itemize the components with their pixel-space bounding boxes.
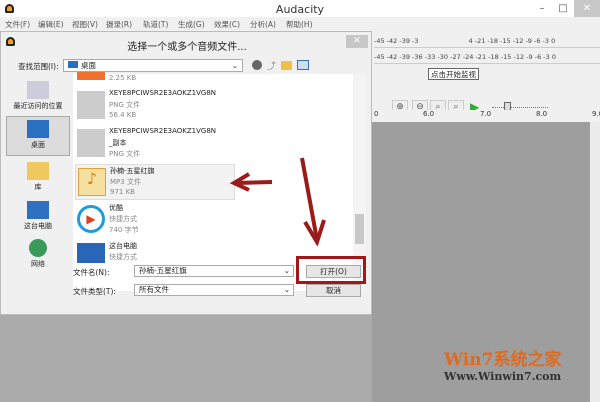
file-type: 快捷方式 [109, 253, 137, 261]
filetype-value: 所有文件 [139, 285, 169, 294]
ruler-tick: 6.0 [423, 110, 435, 118]
file-name: 孙楠-五星红旗 [110, 167, 155, 175]
ruler-tick: 9.0 [592, 110, 600, 118]
menu-generate[interactable]: 生成(G) [178, 19, 205, 30]
place-label: 最近访问的位置 [13, 102, 63, 110]
menu-effect[interactable]: 效果(C) [214, 19, 240, 30]
menu-tracks[interactable]: 轨道(T) [143, 19, 168, 30]
mp3-file-icon: ♪ [78, 168, 106, 196]
lookin-label: 查找范围(I): [18, 62, 59, 71]
menu-file[interactable]: 文件(F) [5, 19, 30, 30]
ruler-tick: 7.0 [480, 110, 492, 118]
file-type: 快捷方式 [109, 215, 137, 223]
file-size: 56.4 KB [109, 111, 137, 119]
place-label: 库 [34, 183, 42, 191]
ruler-tick: 0 [374, 110, 379, 118]
close-button[interactable]: ✕ [574, 0, 600, 17]
dialog-title: 选择一个或多个音频文件... [127, 42, 247, 53]
scroll-thumb[interactable] [355, 214, 364, 244]
desktop-icon [27, 120, 49, 138]
watermark-logo: Win7系统之家 Www.Winwin7.com [444, 345, 594, 395]
place-desktop[interactable]: 桌面 [6, 116, 70, 156]
open-file-dialog: 选择一个或多个音频文件... ✕ 查找范围(I): 桌面 ⌄ ⤴ 最近访问的位置 … [0, 31, 372, 315]
red-arrow-left [229, 172, 273, 192]
file-size: 740 字节 [109, 226, 139, 234]
file-thumbnail [77, 72, 105, 80]
minimize-button[interactable]: – [532, 0, 552, 17]
place-network[interactable]: 网络 [6, 236, 70, 276]
watermark-brand: Win7系统之家 [444, 350, 562, 370]
back-icon[interactable] [252, 60, 262, 70]
place-label: 这台电脑 [24, 222, 52, 230]
place-label: 网络 [31, 260, 45, 268]
recent-icon [27, 81, 49, 99]
red-arrow-down [300, 157, 326, 246]
filename-label: 文件名(N): [73, 268, 110, 277]
dialog-close-button[interactable]: ✕ [346, 35, 368, 48]
start-monitoring-button[interactable]: 点击开始监视 [428, 68, 479, 80]
file-item-selected[interactable]: ♪ 孙楠-五星红旗 MP3 文件 971 KB [75, 164, 235, 200]
view-menu-icon[interactable] [297, 60, 309, 70]
place-this-pc[interactable]: 这台电脑 [6, 198, 70, 238]
watermark-url: Www.Winwin7.com [444, 370, 562, 383]
png-thumbnail-icon [77, 129, 105, 157]
filetype-select[interactable]: 所有文件 ⌄ [134, 284, 294, 296]
file-item[interactable]: XEYE8PCIWSR2E3AOKZ1VG8N PNG 文件 56.4 KB [75, 88, 235, 124]
meter-scale: -45 -42 -39 -3 [374, 37, 419, 45]
file-item[interactable]: XEYE8PCIWSR2E3AOKZ1VG8N _副本 PNG 文件 [75, 126, 235, 162]
places-bar: 最近访问的位置 桌面 库 这台电脑 网络 [6, 74, 70, 304]
open-button[interactable]: 打开(O) [306, 265, 361, 278]
png-thumbnail-icon [77, 91, 105, 119]
menu-edit[interactable]: 编辑(E) [38, 19, 64, 30]
file-name-cont: _副本 [109, 139, 127, 147]
maximize-button[interactable]: □ [553, 0, 573, 17]
file-item[interactable]: ▶ 优酷快捷方式 740 字节 [75, 202, 235, 238]
place-library[interactable]: 库 [6, 159, 70, 199]
playback-meter[interactable]: -45 -42 -39 -36 -33 -30 -27 -24 -21 -18 … [374, 50, 600, 64]
menu-view[interactable]: 视图(V) [72, 19, 98, 30]
file-size: 2.25 KB [109, 74, 137, 82]
file-item[interactable]: 2.25 KB [75, 54, 235, 90]
place-label: 桌面 [31, 141, 45, 149]
place-recent[interactable]: 最近访问的位置 [6, 78, 70, 118]
filename-input[interactable]: 孙楠-五星红旗 ⌄ [134, 265, 294, 277]
ruler-tick: 8.0 [536, 110, 548, 118]
file-size: 971 KB [110, 188, 135, 196]
library-icon [27, 162, 49, 180]
meter-scale: 4 -21 -18 -15 -12 -9 -6 -3 0 [468, 37, 556, 45]
new-folder-icon[interactable] [281, 61, 292, 70]
timeline-ruler[interactable]: 0 6.0 7.0 8.0 9.0 [372, 110, 600, 122]
title-bar: Audacity – □ ✕ [0, 0, 600, 17]
chevron-down-icon: ⌄ [283, 285, 290, 294]
computer-icon [77, 243, 105, 263]
computer-icon [27, 201, 49, 219]
file-type: PNG 文件 [109, 150, 141, 158]
file-type: PNG 文件 [109, 101, 141, 109]
network-icon [29, 239, 47, 257]
filename-value: 孙楠-五星红旗 [139, 266, 187, 275]
menu-bar: 文件(F) 编辑(E) 视图(V) 摄录(R) 轨道(T) 生成(G) 效果(C… [0, 17, 600, 31]
menu-record[interactable]: 摄录(R) [106, 19, 132, 30]
file-name: 优酷 [109, 204, 123, 212]
toolbar-area: -45 -42 -39 -3 4 -21 -18 -15 -12 -9 -6 -3… [372, 31, 600, 133]
file-name: 这台电脑 [109, 242, 137, 250]
menu-analyze[interactable]: 分析(A) [250, 19, 276, 30]
youku-icon: ▶ [77, 205, 105, 233]
chevron-down-icon: ⌄ [283, 266, 290, 275]
filetype-label: 文件类型(T): [73, 287, 116, 296]
cancel-button[interactable]: 取消 [306, 284, 361, 297]
up-folder-icon[interactable]: ⤴ [267, 59, 276, 72]
file-type: MP3 文件 [110, 178, 141, 186]
speed-slider[interactable] [492, 107, 548, 108]
record-meter[interactable]: -45 -42 -39 -3 4 -21 -18 -15 -12 -9 -6 -3… [374, 34, 600, 48]
menu-help[interactable]: 帮助(H) [286, 19, 313, 30]
file-name: XEYE8PCIWSR2E3AOKZ1VG8N [109, 127, 217, 135]
file-name: XEYE8PCIWSR2E3AOKZ1VG8N [109, 89, 217, 97]
app-title: Audacity [275, 3, 325, 16]
